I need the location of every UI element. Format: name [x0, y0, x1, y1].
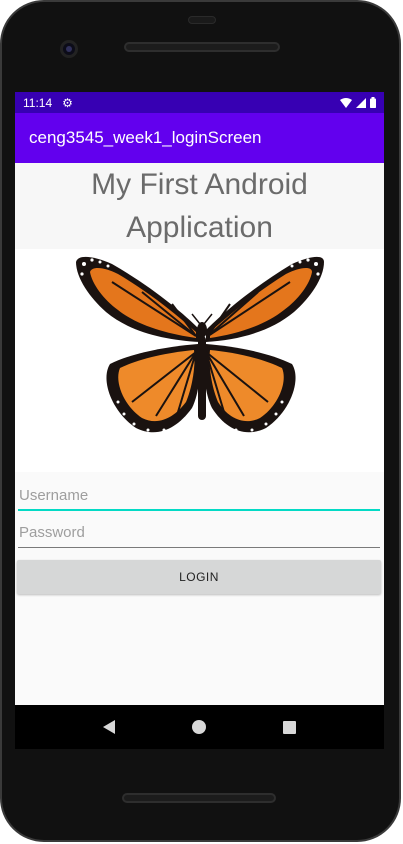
password-field[interactable] [18, 512, 380, 548]
bottom-speaker [122, 793, 276, 803]
page-title: My First Android Application [15, 163, 384, 249]
settings-gear-icon: ⚙ [62, 95, 73, 110]
login-button[interactable]: LOGIN [17, 560, 381, 594]
front-camera-icon [60, 40, 78, 58]
status-bar: 11:14 ⚙ [15, 92, 384, 113]
app-screen: 11:14 ⚙ ceng3545_week1_loginScreen My Fi… [15, 92, 384, 705]
title-line-1: My First Android [91, 168, 308, 201]
status-time: 11:14 [23, 95, 53, 110]
image-container [15, 249, 384, 472]
home-icon[interactable] [191, 720, 206, 734]
app-bar: ceng3545_week1_loginScreen [15, 113, 384, 163]
status-icons [340, 97, 376, 108]
username-field[interactable] [18, 475, 380, 511]
wifi-icon [340, 97, 352, 108]
earpiece-speaker [124, 42, 280, 52]
monarch-butterfly-image [76, 256, 324, 433]
recents-icon[interactable] [282, 720, 296, 734]
signal-icon [356, 97, 366, 108]
app-title: ceng3545_week1_loginScreen [29, 128, 262, 147]
navigation-bar [15, 705, 384, 749]
proximity-sensor [188, 16, 216, 24]
title-line-2: Application [126, 211, 273, 244]
back-icon[interactable] [103, 720, 116, 734]
battery-icon [370, 97, 376, 108]
